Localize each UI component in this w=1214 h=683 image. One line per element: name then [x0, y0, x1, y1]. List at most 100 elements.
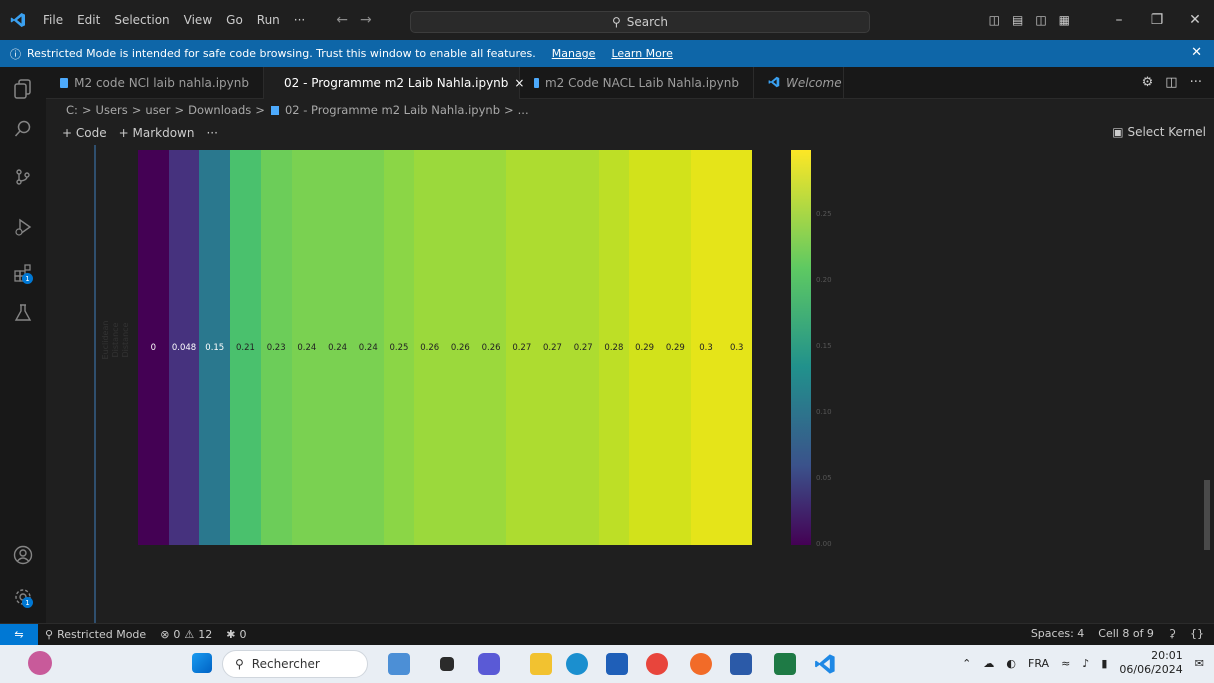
layout-controls: ◫ ▤ ◫ ▦ [989, 13, 1070, 27]
crumb-user[interactable]: user [145, 103, 170, 117]
heatmap-xtick [568, 547, 599, 623]
tray-app-icon[interactable]: ◐ [1006, 657, 1016, 670]
menu-selection[interactable]: Selection [107, 13, 176, 27]
language-indicator[interactable]: FRA [1028, 657, 1049, 670]
menu-go[interactable]: Go [219, 13, 250, 27]
manage-gear-icon[interactable]: 1 [13, 587, 33, 608]
heatmap-cell: 0.28 [598, 150, 630, 545]
customize-layout-icon[interactable]: ▦ [1059, 13, 1070, 27]
heatmap-cell: 0.27 [537, 150, 568, 545]
heatmap-cell: 0.27 [506, 150, 538, 545]
minimize-icon[interactable]: – [1100, 12, 1138, 28]
back-arrow-icon[interactable]: ← [336, 12, 348, 28]
crumb-file[interactable]: 02 - Programme m2 Laib Nahla.ipynb [285, 103, 500, 117]
notebook-settings-icon[interactable]: ⚙ [1142, 75, 1154, 90]
tray-chevron-icon[interactable]: ⌃ [962, 657, 971, 670]
vscode-taskbar-icon[interactable] [814, 653, 836, 675]
forward-arrow-icon[interactable]: → [360, 12, 372, 28]
ports-icon: ✱ [226, 628, 236, 641]
taskbar-weather-icon[interactable] [388, 653, 410, 675]
restore-icon[interactable]: ❐ [1138, 12, 1176, 28]
notification-icon[interactable]: ✉ [1195, 657, 1204, 670]
chrome-icon[interactable] [646, 653, 668, 675]
wifi-icon[interactable]: ≈ [1061, 657, 1070, 670]
menu-more[interactable]: ··· [287, 13, 312, 27]
copilot-icon[interactable]: {} [1190, 627, 1204, 640]
crumb-more[interactable]: ... [518, 103, 529, 117]
tab-m2-code-nacl[interactable]: m2 Code NACL Laib Nahla.ipynb [520, 67, 754, 99]
add-code-cell-button[interactable]: + Code [62, 126, 107, 140]
colorbar-tick-label: 0.20 [816, 276, 832, 284]
toggle-panel-icon[interactable]: ▤ [1012, 13, 1023, 27]
taskbar-search[interactable]: ⚲ Rechercher [222, 650, 368, 678]
crumb-downloads[interactable]: Downloads [188, 103, 251, 117]
split-editor-icon[interactable]: ◫ [1165, 75, 1177, 90]
tab-welcome[interactable]: Welcome [754, 67, 844, 99]
heatmap-xtick [506, 547, 537, 623]
accounts-icon[interactable] [13, 545, 33, 565]
notebook-icon [60, 78, 69, 88]
heatmap-cell: 0.24 [352, 150, 384, 545]
onedrive-icon[interactable]: ☁ [983, 657, 994, 670]
tab-m2-code-ncl[interactable]: M2 code NCl laib nahla.ipynb [46, 67, 264, 99]
cell-position-status[interactable]: Cell 8 of 9 [1098, 627, 1154, 640]
extensions-icon[interactable]: 1 [13, 263, 33, 284]
menu-file[interactable]: File [36, 13, 70, 27]
ports-status[interactable]: ✱ 0 [219, 628, 253, 641]
menu-edit[interactable]: Edit [70, 13, 107, 27]
file-explorer-icon[interactable] [530, 653, 552, 675]
heatmap-cell-value: 0.25 [389, 343, 409, 353]
task-view-icon[interactable] [440, 657, 454, 671]
add-markdown-cell-button[interactable]: + Markdown [119, 126, 195, 140]
source-control-icon[interactable] [13, 167, 33, 187]
clock[interactable]: 20:01 06/06/2024 [1119, 649, 1182, 677]
volume-icon[interactable]: ♪ [1082, 657, 1089, 670]
title-bar: File Edit Selection View Go Run ··· ← → … [0, 0, 1214, 40]
heatmap-xtick [476, 547, 507, 623]
more-actions-icon[interactable]: ··· [1190, 75, 1202, 90]
crumb-drive[interactable]: C: [66, 103, 78, 117]
testing-flask-icon[interactable] [13, 303, 33, 323]
firefox-icon[interactable] [690, 653, 712, 675]
tab-programme-m2[interactable]: 02 - Programme m2 Laib Nahla.ipynb × [264, 67, 524, 99]
teams-icon[interactable] [478, 653, 500, 675]
manage-link[interactable]: Manage [552, 47, 596, 60]
menu-view[interactable]: View [177, 13, 219, 27]
heatmap-cell-value: 0.15 [205, 343, 225, 353]
edge-icon[interactable] [566, 653, 588, 675]
store-icon[interactable] [606, 653, 628, 675]
restricted-mode-label: Restricted Mode [57, 628, 147, 641]
widgets-icon[interactable] [28, 651, 52, 675]
colorbar-tick-label: 0.00 [816, 540, 832, 548]
search-sidebar-icon[interactable] [13, 119, 33, 139]
close-banner-icon[interactable]: ✕ [1191, 45, 1202, 60]
remote-indicator-icon[interactable]: ⇋ [0, 623, 38, 646]
crumb-users[interactable]: Users [96, 103, 128, 117]
explorer-icon[interactable] [13, 79, 33, 99]
battery-icon[interactable]: ▮ [1101, 657, 1107, 670]
problems-status[interactable]: ⊗ 0 ⚠ 12 [153, 628, 219, 641]
heatmap-xtick-labels [138, 547, 752, 623]
vertical-scrollbar[interactable] [1204, 480, 1210, 550]
heatmap-cell: 0.048 [168, 150, 200, 545]
excel-icon[interactable] [774, 653, 796, 675]
taskbar-search-label: Rechercher [251, 657, 320, 671]
heatmap-cell-value: 0.3 [699, 343, 713, 353]
heatmap-cell-value: 0.24 [358, 343, 378, 353]
toggle-sidebar-icon[interactable]: ◫ [989, 13, 1000, 27]
close-window-icon[interactable]: ✕ [1176, 12, 1214, 28]
indentation-status[interactable]: Spaces: 4 [1031, 627, 1084, 640]
restricted-mode-status[interactable]: ⚲ Restricted Mode [38, 628, 153, 641]
toolbar-more-button[interactable]: ··· [206, 126, 217, 140]
word-icon[interactable] [730, 653, 752, 675]
notifications-bell-icon[interactable]: ⚳ [1168, 627, 1176, 640]
toggle-secondary-sidebar-icon[interactable]: ◫ [1035, 13, 1046, 27]
select-kernel-button[interactable]: ▣ Select Kernel [1112, 125, 1206, 139]
menu-run[interactable]: Run [250, 13, 287, 27]
heatmap-cell: 0.24 [291, 150, 323, 545]
command-search-box[interactable]: ⚲ Search [410, 11, 870, 33]
windows-start-icon[interactable] [192, 653, 212, 673]
run-debug-icon[interactable] [13, 217, 33, 237]
learn-more-link[interactable]: Learn More [611, 47, 673, 60]
tab-actions: ⚙ ◫ ··· [1142, 75, 1202, 90]
